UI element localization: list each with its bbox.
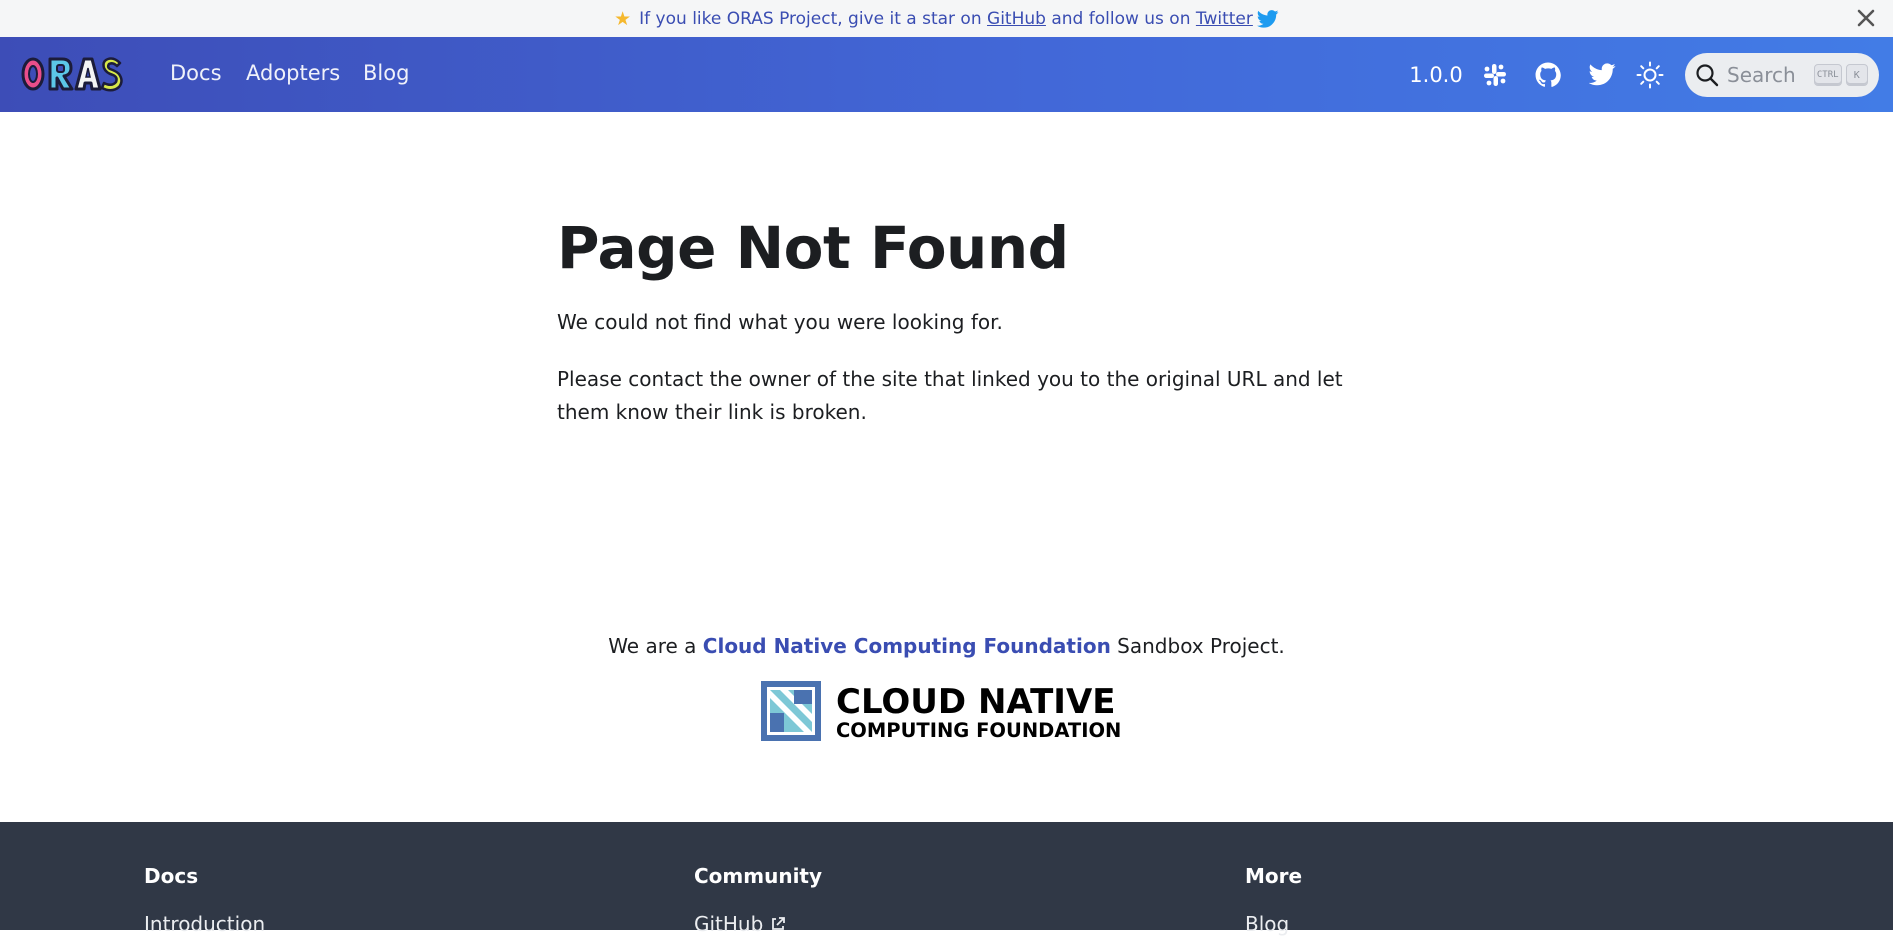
cncf-logo[interactable]: CLOUD NATIVE COMPUTING FOUNDATION	[760, 679, 1140, 743]
search-placeholder: Search	[1727, 63, 1796, 87]
cncf-logo-line1: CLOUD NATIVE	[836, 682, 1116, 722]
footer-community-title: Community	[694, 864, 823, 888]
not-found-message: We could not find what you were looking …	[557, 310, 1003, 334]
cncf-statement: We are a Cloud Native Computing Foundati…	[0, 634, 1893, 658]
navbar: Docs Adopters Blog 1.0.0 Search CTRL K	[0, 37, 1893, 112]
search-button[interactable]: Search CTRL K	[1685, 53, 1879, 97]
oras-logo[interactable]	[20, 51, 124, 97]
footer-link-blog[interactable]: Blog	[1245, 912, 1289, 936]
version-label: 1.0.0	[1409, 62, 1463, 87]
github-link[interactable]	[1530, 37, 1566, 112]
footer: Docs Introduction Community GitHub More …	[0, 822, 1893, 936]
nav-link-adopters[interactable]: Adopters	[246, 61, 340, 85]
slack-icon	[1484, 63, 1506, 86]
cncf-suffix: Sandbox Project.	[1117, 634, 1285, 658]
page-title: Page Not Found	[557, 214, 1069, 282]
nav-link-blog[interactable]: Blog	[363, 61, 409, 85]
close-icon	[1857, 9, 1875, 27]
ctrl-key-hint: CTRL	[1813, 64, 1842, 86]
slack-link[interactable]	[1478, 37, 1512, 112]
cncf-prefix: We are a	[608, 634, 697, 658]
footer-link-introduction[interactable]: Introduction	[144, 912, 265, 936]
announcement-prefix: If you like ORAS Project, give it a star…	[639, 8, 982, 29]
nav-link-docs[interactable]: Docs	[170, 61, 222, 85]
twitter-icon	[1588, 63, 1616, 86]
twitter-icon	[1256, 9, 1279, 28]
version-dropdown[interactable]: 1.0.0	[1401, 37, 1471, 112]
star-icon: ★	[614, 7, 632, 30]
sun-icon	[1636, 61, 1664, 88]
footer-more-title: More	[1245, 864, 1303, 888]
search-icon	[1696, 64, 1719, 87]
theme-toggle-button[interactable]	[1632, 37, 1668, 112]
footer-link-github-label: GitHub	[694, 912, 764, 936]
cncf-logo-graphic: CLOUD NATIVE COMPUTING FOUNDATION	[761, 681, 1121, 742]
footer-docs-title: Docs	[144, 864, 199, 888]
cncf-link[interactable]: Cloud Native Computing Foundation	[703, 634, 1111, 658]
k-key-hint: K	[1845, 64, 1868, 86]
github-icon	[1535, 62, 1561, 87]
footer-link-github[interactable]: GitHub	[694, 912, 786, 936]
close-announcement-button[interactable]	[1853, 5, 1879, 31]
announcement-github-link[interactable]: GitHub	[987, 9, 1046, 29]
announcement-bar: ★ If you like ORAS Project, give it a st…	[0, 0, 1893, 37]
announcement-twitter-link[interactable]: Twitter	[1196, 9, 1253, 29]
announcement-middle: and follow us on	[1051, 8, 1191, 29]
cncf-logo-line2: COMPUTING FOUNDATION	[836, 719, 1121, 742]
contact-owner-message: Please contact the owner of the site tha…	[557, 367, 1343, 424]
twitter-link[interactable]	[1584, 37, 1620, 112]
